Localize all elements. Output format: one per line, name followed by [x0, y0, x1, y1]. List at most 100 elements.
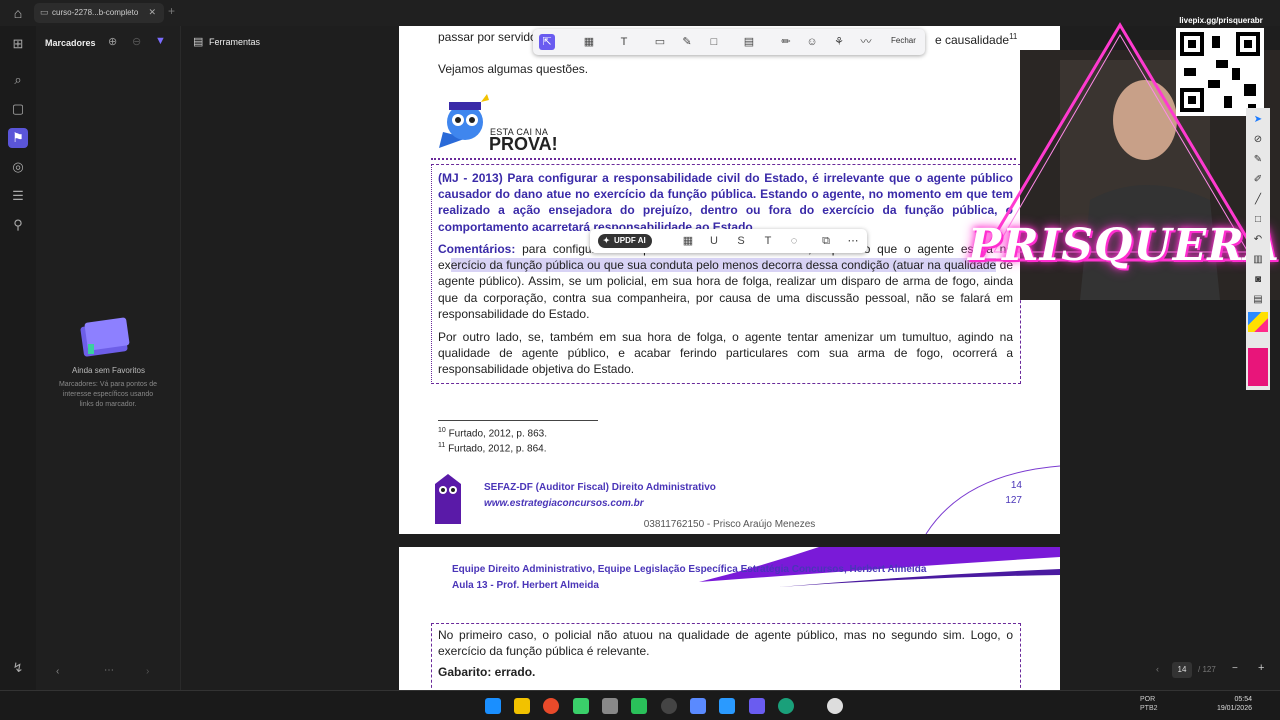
- eraser-icon[interactable]: ⊘: [1250, 132, 1266, 148]
- tools-header: ▤ Ferramentas: [181, 26, 399, 60]
- comment-paragraph: Comentários: para configurar a responsab…: [438, 241, 1013, 322]
- layers-icon[interactable]: ☰: [8, 186, 28, 206]
- app-icon-5[interactable]: [719, 698, 735, 714]
- text-tool-icon[interactable]: T: [616, 34, 632, 50]
- clock-date: 19/01/2026: [1216, 705, 1252, 712]
- shape-tool-icon[interactable]: □: [706, 34, 722, 50]
- language-indicator[interactable]: POR PTB2: [1140, 695, 1158, 713]
- pages-icon[interactable]: ▢: [8, 99, 28, 119]
- strikethrough-icon[interactable]: S: [733, 233, 749, 249]
- measure-tool-icon[interactable]: ▤: [741, 34, 757, 50]
- more-icon[interactable]: ⋯: [104, 665, 114, 676]
- top-line-start: passar por servido: [438, 30, 537, 44]
- pen-icon[interactable]: ✎: [1250, 152, 1266, 168]
- page-navigator: ‹ 14 / 127 − +: [1150, 660, 1280, 680]
- pencil-icon[interactable]: ✏: [778, 34, 794, 50]
- new-tab-icon[interactable]: +: [168, 4, 175, 18]
- sticker-icon[interactable]: ☺: [804, 34, 820, 50]
- active-color-swatch[interactable]: [1248, 348, 1268, 386]
- signature-icon[interactable]: 〰: [858, 34, 874, 50]
- stamp-icon[interactable]: ⚘: [831, 34, 847, 50]
- edge-icon[interactable]: [778, 698, 794, 714]
- comment-icon[interactable]: ◎: [8, 157, 28, 177]
- right-tool-rail: ➤ ⊘ ✎ ✐ ╱ □ ↶ ▥ ◙ ▤: [1246, 108, 1270, 390]
- previous-page-icon[interactable]: ‹: [1156, 664, 1159, 674]
- highlighted-text[interactable]: ercício da função pública ou que sua con…: [450, 258, 997, 273]
- footnote-2: 11 Furtado, 2012, p. 864.: [438, 442, 546, 454]
- page2-header-1: Equipe Direito Administrativo, Equipe Le…: [452, 564, 927, 575]
- left-rail: ⊞ ⌕ ▢ ⚑ ◎ ☰ ⚲ ↯: [0, 26, 36, 690]
- start-icon[interactable]: [485, 698, 501, 714]
- line-icon[interactable]: ╱: [1250, 192, 1266, 208]
- settings-icon[interactable]: ▤: [1250, 292, 1266, 308]
- color-palette[interactable]: [1248, 312, 1268, 332]
- app-icon-3[interactable]: [631, 698, 647, 714]
- page2-text: No primeiro caso, o policial não atuou n…: [438, 628, 1013, 659]
- gabarito: Gabarito: errado.: [438, 665, 536, 679]
- undo-icon[interactable]: ↶: [1250, 232, 1266, 248]
- updf-logo-icon[interactable]: ↯: [8, 658, 28, 678]
- tools-label[interactable]: Ferramentas: [209, 37, 260, 47]
- underline-icon[interactable]: U: [706, 233, 722, 249]
- empty-state-title: Ainda sem Favoritos: [72, 366, 145, 375]
- home-icon[interactable]: ⌂: [10, 5, 26, 21]
- select-tool-icon[interactable]: ⇱: [539, 34, 555, 50]
- app-icon-4[interactable]: [690, 698, 706, 714]
- comment-icon[interactable]: ◌: [786, 233, 802, 249]
- text-box-icon[interactable]: ▦: [581, 34, 597, 50]
- obs-icon[interactable]: [661, 698, 677, 714]
- attachment-icon[interactable]: ⚲: [8, 215, 28, 235]
- system-clock[interactable]: 05:54 19/01/2026: [1208, 695, 1252, 713]
- bookmarks-panel: Marcadores ⊕ ⊖ ▼ Ainda sem Favoritos Mar…: [36, 26, 181, 690]
- selection-toolbar: UPDF AI ▦ U S T ◌ ⧉ ⋯: [590, 229, 867, 253]
- chevron-right-icon[interactable]: ›: [146, 666, 149, 677]
- text-icon[interactable]: T: [760, 233, 776, 249]
- page-input[interactable]: 14: [1172, 662, 1192, 678]
- app-icon-6[interactable]: [827, 698, 843, 714]
- document-tab[interactable]: ▭ curso-2278...b-completo ✕: [34, 3, 164, 23]
- highlight-icon[interactable]: ▦: [680, 233, 696, 249]
- footnote-divider: [438, 420, 598, 421]
- updf-icon[interactable]: [749, 698, 765, 714]
- remove-bookmark-icon[interactable]: ⊖: [132, 35, 141, 48]
- more-options-icon[interactable]: ⋯: [845, 233, 861, 249]
- footnote-1: 10 Furtado, 2012, p. 863.: [438, 427, 547, 439]
- shape-icon[interactable]: □: [1250, 212, 1266, 228]
- language-code: POR: [1140, 696, 1156, 703]
- footnote-1-text: Furtado, 2012, p. 863.: [448, 428, 547, 440]
- chevron-left-icon[interactable]: ‹: [56, 666, 59, 677]
- app-icon-2[interactable]: [602, 698, 618, 714]
- footnote-2-text: Furtado, 2012, p. 864.: [448, 443, 547, 455]
- updf-ai-button[interactable]: UPDF AI: [598, 234, 652, 248]
- comment-tool-icon[interactable]: ▭: [652, 34, 668, 50]
- donation-url: livepix.gg/prisquerabr: [1179, 16, 1263, 25]
- tools-icon[interactable]: ▤: [193, 35, 203, 48]
- brave-browser-icon[interactable]: [543, 698, 559, 714]
- badge-divider: [431, 158, 1016, 160]
- pin-icon[interactable]: ▼: [155, 35, 166, 47]
- search-icon[interactable]: ⌕: [8, 70, 28, 90]
- zoom-in-icon[interactable]: +: [1258, 662, 1264, 674]
- close-tab-icon[interactable]: ✕: [148, 7, 156, 18]
- paragraph-2: Por outro lado, se, também em sua hora d…: [438, 330, 1013, 377]
- grid-icon[interactable]: ⊞: [8, 34, 28, 54]
- zoom-out-icon[interactable]: −: [1232, 663, 1238, 674]
- bookmark-icon[interactable]: ⚑: [8, 128, 28, 148]
- footer-url[interactable]: www.estrategiaconcursos.com.br: [484, 498, 644, 509]
- marker-icon[interactable]: ✐: [1250, 172, 1266, 188]
- cursor-icon[interactable]: ➤: [1250, 112, 1266, 128]
- trash-icon[interactable]: ▥: [1250, 252, 1266, 268]
- copy-icon[interactable]: ⧉: [818, 233, 834, 249]
- camera-icon[interactable]: ◙: [1250, 272, 1266, 288]
- panel-title: Marcadores: [45, 38, 96, 48]
- app-icon-1[interactable]: [573, 698, 589, 714]
- question-text: (MJ - 2013) Para configurar a responsabi…: [438, 171, 1013, 234]
- close-button[interactable]: Fechar: [891, 36, 916, 45]
- keyboard-layout: PTB2: [1140, 705, 1158, 712]
- empty-state-description: Marcadores: Vá para pontos de interesse …: [58, 381, 158, 408]
- footer-arc-decoration: [925, 465, 1060, 534]
- highlighter-icon[interactable]: ✎: [679, 34, 695, 50]
- file-explorer-icon[interactable]: [514, 698, 530, 714]
- add-bookmark-icon[interactable]: ⊕: [108, 35, 117, 48]
- badge-big-text: PROVA!: [489, 134, 558, 154]
